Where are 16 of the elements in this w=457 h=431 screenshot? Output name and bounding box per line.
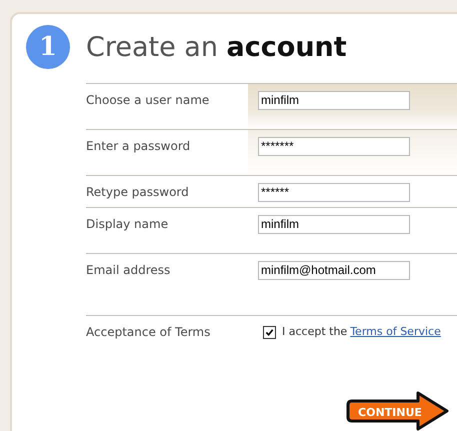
field-label: Enter a password [86,138,192,155]
field-label: Email address [86,262,172,279]
input-field[interactable]: ****** [258,182,410,202]
input-field[interactable]: minfilm [258,214,410,234]
field-label: Acceptance of Terms [86,324,212,341]
input-field[interactable]: minfilm [258,90,410,110]
field-label: Choose a user name [86,92,210,109]
field-label: Display name [86,216,170,233]
input-field[interactable]: ******* [258,136,410,156]
accept-text: I accept the [282,325,348,338]
page-title: Create an account [86,32,347,62]
checkbox[interactable] [263,326,276,339]
step-number-badge: 1 [26,25,70,69]
terms-link[interactable]: Terms of Service [350,325,441,338]
input-field[interactable]: minfilm@hotmail.com [258,260,410,280]
field-label: Retype password [86,184,190,201]
